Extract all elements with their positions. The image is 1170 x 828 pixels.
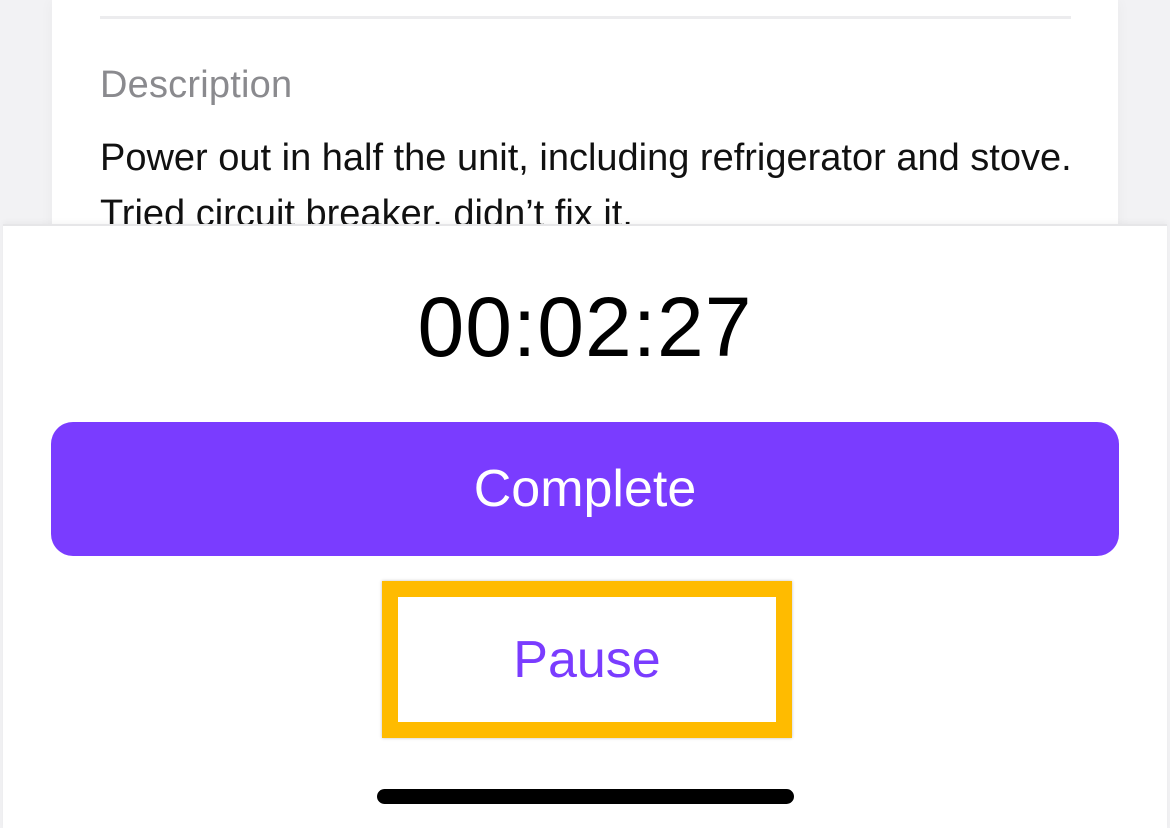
elapsed-timer: 00:02:27 — [417, 280, 753, 374]
screen: Description Power out in half the unit, … — [0, 0, 1170, 828]
description-label: Description — [100, 64, 293, 106]
home-indicator[interactable] — [377, 789, 794, 804]
complete-button[interactable]: Complete — [51, 422, 1119, 556]
pause-button[interactable]: Pause — [398, 597, 776, 722]
section-divider — [100, 16, 1071, 19]
